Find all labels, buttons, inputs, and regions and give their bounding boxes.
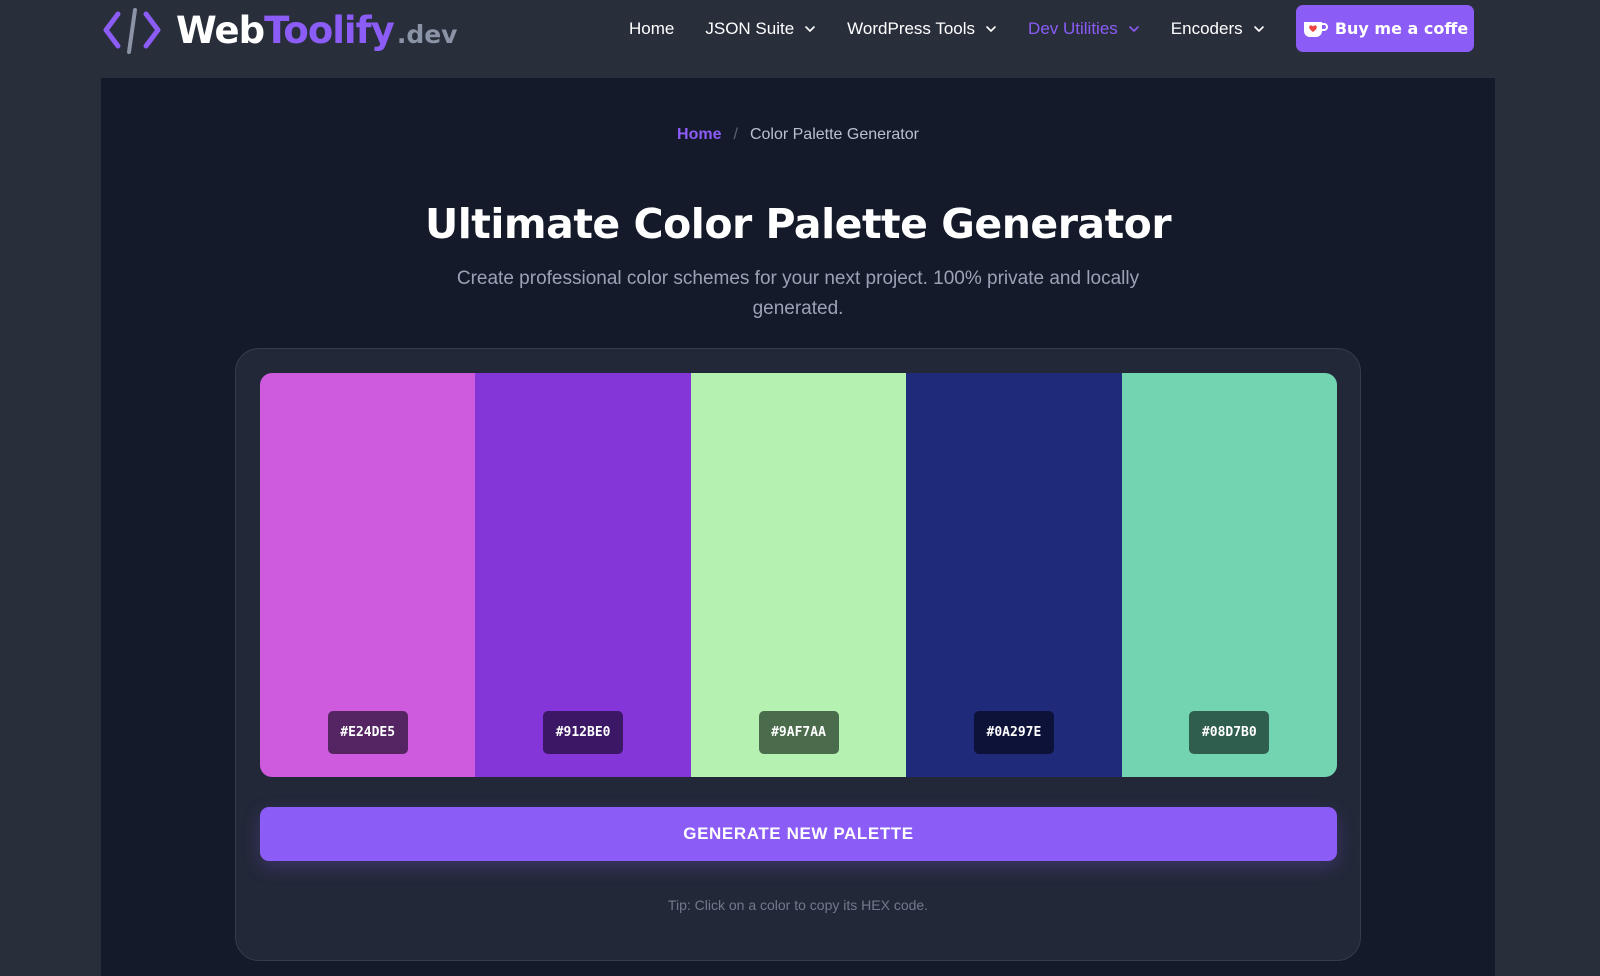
main-content: Home / Color Palette Generator Ultimate … <box>101 78 1495 976</box>
hex-code-label: #08D7B0 <box>1189 711 1270 754</box>
color-swatch-2[interactable]: #912BE0 <box>475 373 691 777</box>
chevron-down-icon <box>805 26 815 32</box>
site-header: Web Toolify .dev Home JSON Suite WordPre… <box>0 0 1600 78</box>
site-logo[interactable]: Web Toolify .dev <box>100 4 457 56</box>
color-swatch-3[interactable]: #9AF7AA <box>690 373 907 777</box>
hex-code-label: #0A297E <box>973 711 1054 754</box>
hex-code-label: #9AF7AA <box>758 711 839 754</box>
breadcrumb: Home / Color Palette Generator <box>101 126 1495 144</box>
breadcrumb-home-link[interactable]: Home <box>677 126 721 144</box>
generate-palette-button[interactable]: GENERATE NEW PALETTE <box>260 807 1337 861</box>
code-brackets-icon <box>103 8 161 54</box>
nav-item-json-suite[interactable]: JSON Suite <box>705 19 816 39</box>
tip-text: Tip: Click on a color to copy its HEX co… <box>667 897 929 913</box>
hex-code-label: #912BE0 <box>543 711 624 754</box>
chevron-down-icon <box>1253 26 1264 32</box>
breadcrumb-current: Color Palette Generator <box>749 126 919 143</box>
page-subtitle: Create professional color schemes for yo… <box>456 268 1140 319</box>
nav-item-label: Encoders <box>1170 19 1243 38</box>
logo-wordmark: Web Toolify .dev <box>176 9 457 52</box>
chevron-down-icon <box>1128 26 1139 32</box>
nav-item-label: WordPress Tools <box>847 19 976 38</box>
color-swatch-4[interactable]: #0A297E <box>906 373 1122 777</box>
coffee-cup-icon <box>1303 21 1328 37</box>
palette-swatches: #E24DE5 #912BE0 #9AF7AA #0A297E #08D7B0 <box>260 373 1337 777</box>
logo-tld: .dev <box>396 19 458 49</box>
color-swatch-5[interactable]: #08D7B0 <box>1121 373 1337 777</box>
chevron-down-icon <box>986 26 996 32</box>
breadcrumb-separator: / <box>733 126 738 143</box>
color-swatch-1[interactable]: #E24DE5 <box>260 373 476 777</box>
nav-item-label: Dev Utilities <box>1028 19 1118 38</box>
nav-item-label: Home <box>629 19 675 38</box>
main-nav: Home JSON Suite WordPress Tools Dev Util… <box>629 16 1296 42</box>
nav-item-wordpress-tools[interactable]: WordPress Tools <box>847 19 997 39</box>
palette-card: #E24DE5 #912BE0 #9AF7AA #0A297E #08D7B0 … <box>235 348 1361 961</box>
logo-word-toolify: Toolify <box>264 8 395 52</box>
nav-item-home[interactable]: Home <box>629 19 674 39</box>
buy-me-a-coffee-button[interactable]: Buy me a coffe <box>1296 5 1474 52</box>
hex-code-label: #E24DE5 <box>327 711 408 754</box>
page-title: Ultimate Color Palette Generator <box>424 200 1172 248</box>
nav-item-label: JSON Suite <box>705 19 795 38</box>
coffee-button-label: Buy me a coffe <box>1334 19 1469 38</box>
logo-word-web: Web <box>176 8 265 52</box>
nav-item-encoders[interactable]: Encoders <box>1171 19 1265 39</box>
nav-item-dev-utilities[interactable]: Dev Utilities <box>1028 19 1140 39</box>
